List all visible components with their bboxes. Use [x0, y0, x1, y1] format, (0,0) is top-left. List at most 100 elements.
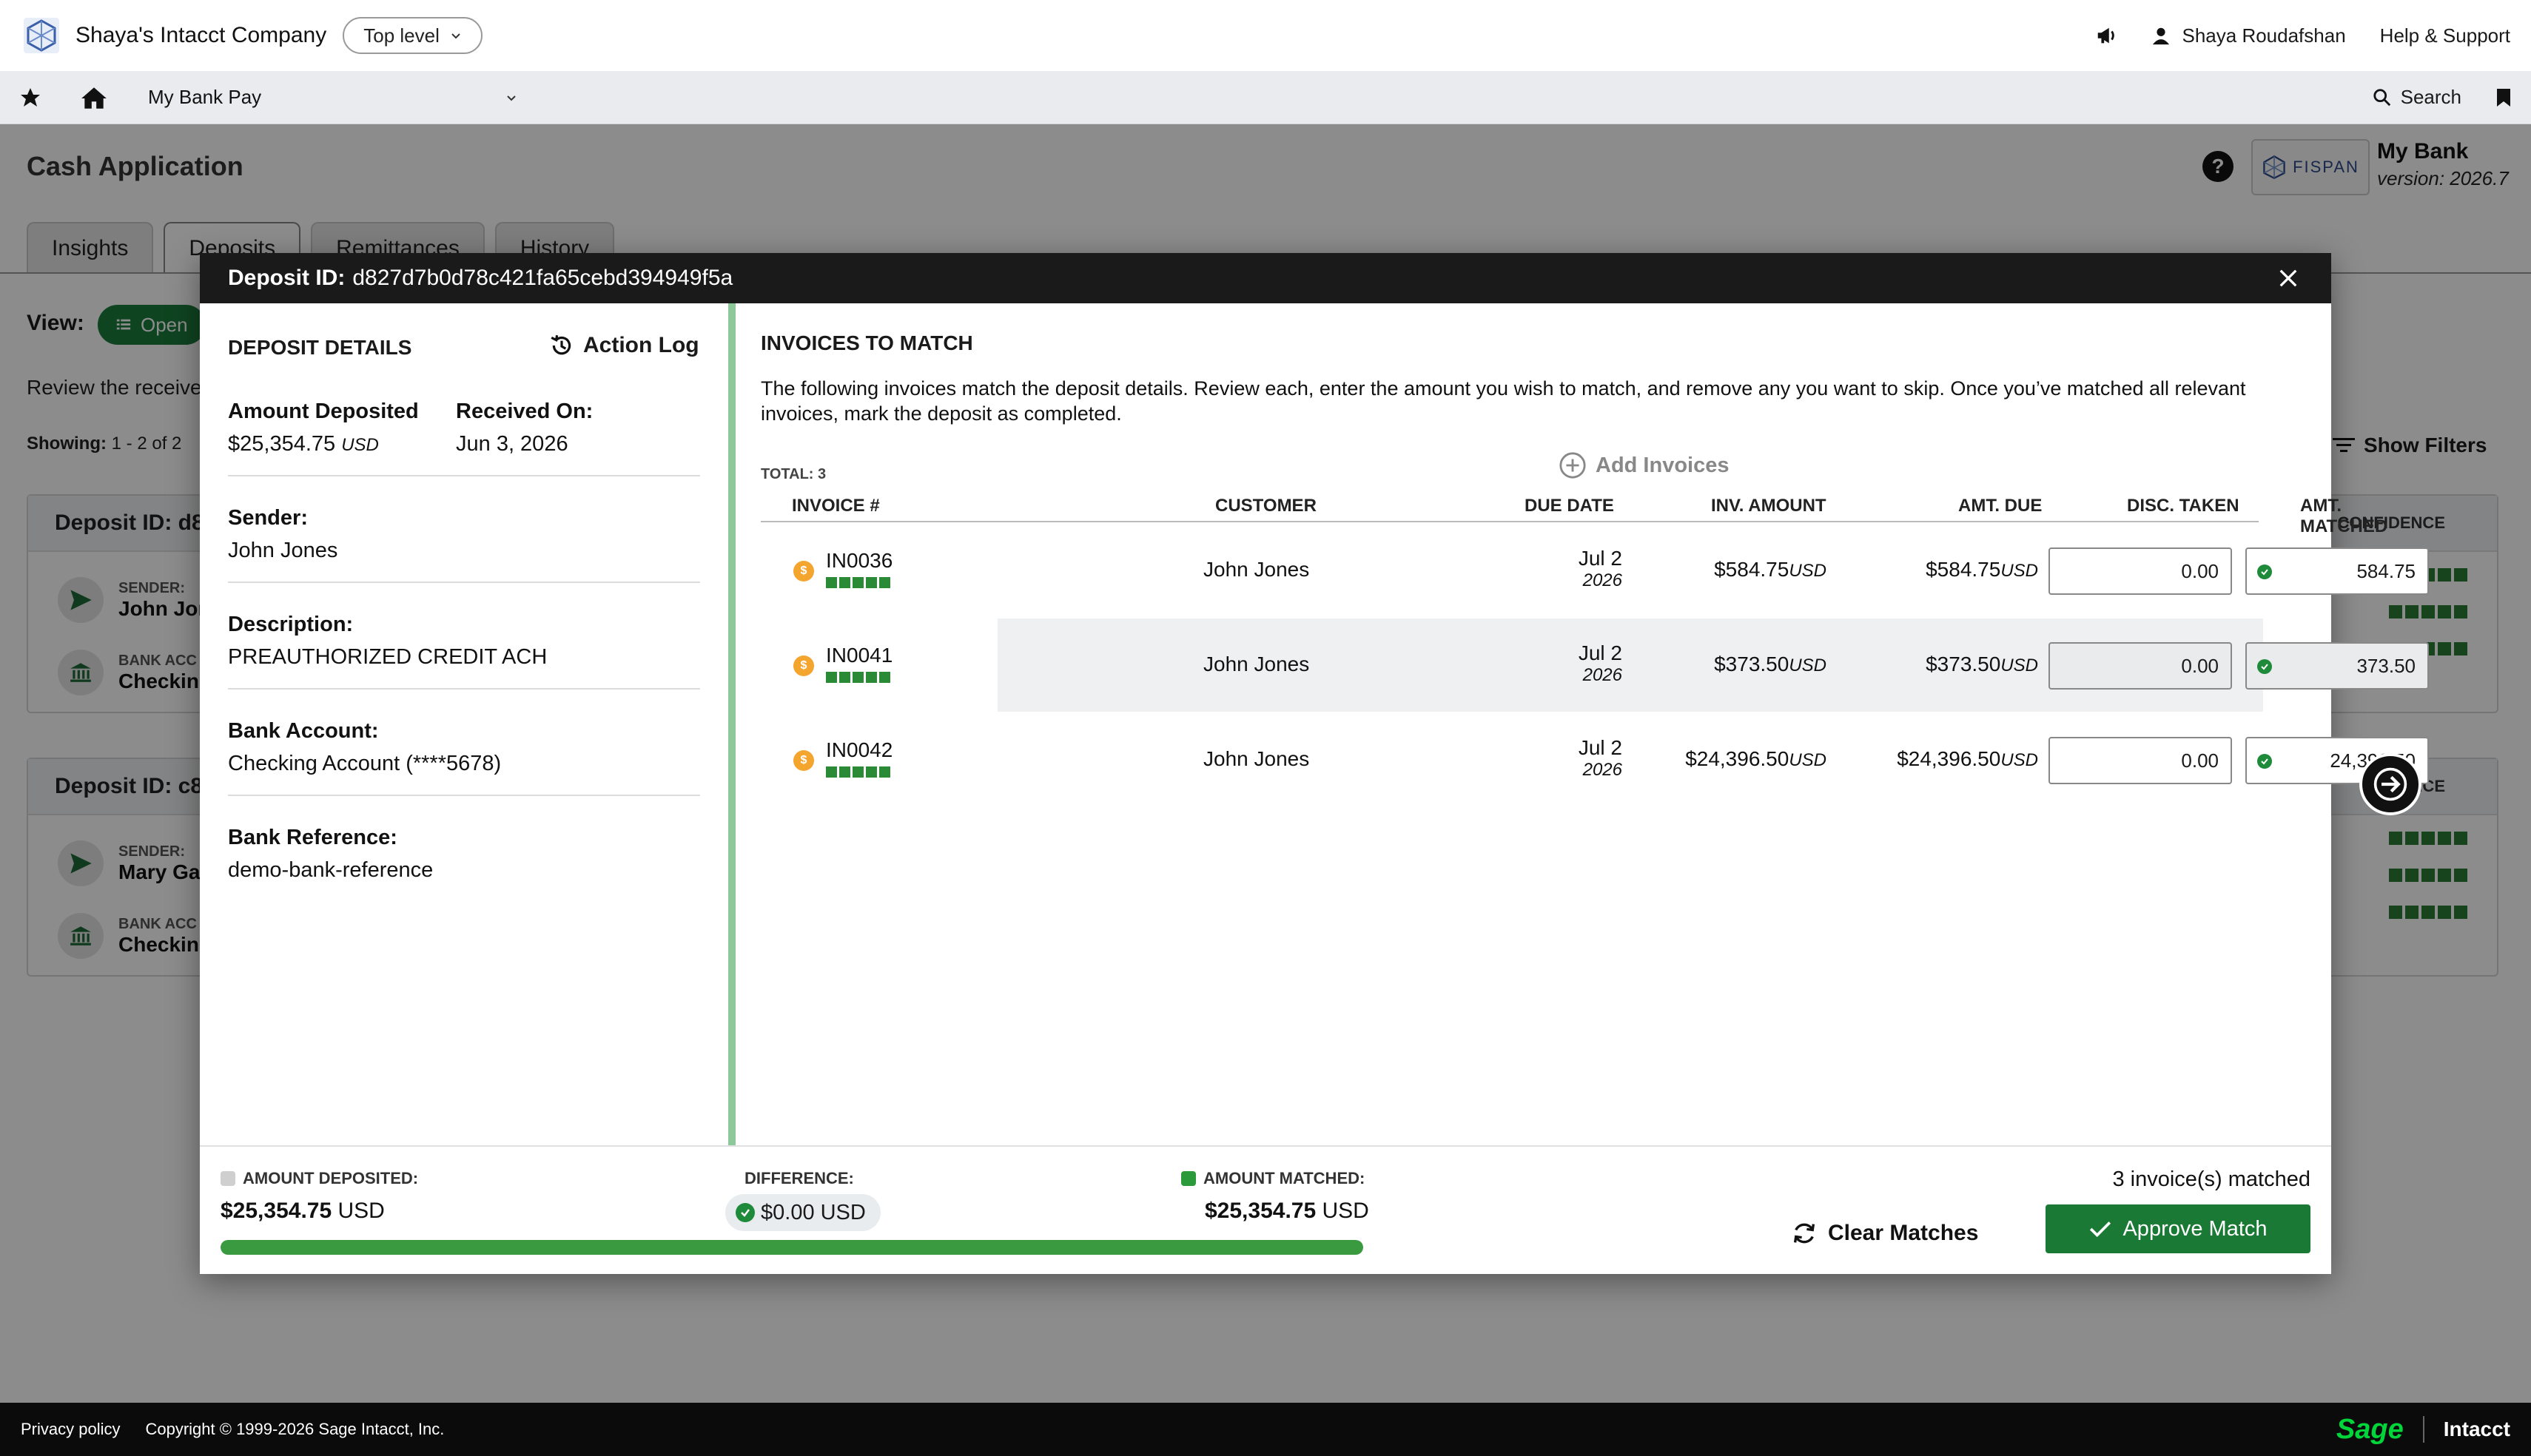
col-amt-matched[interactable]: AMT. MATCHED — [2300, 496, 2387, 537]
invoice-number[interactable]: IN0041 — [826, 644, 893, 683]
due-date: Jul 2 2026 — [1449, 737, 1622, 781]
due-date-year: 2026 — [1582, 570, 1622, 590]
user-icon — [2152, 27, 2169, 45]
amount-matched-summary-amount: $25,354.75 — [1205, 1199, 1317, 1223]
approve-match-button[interactable]: Approve Match — [2046, 1204, 2310, 1253]
col-invoice[interactable]: INVOICE # — [792, 496, 880, 516]
refresh-icon — [1793, 1223, 1815, 1244]
amount-deposited-summary-value: $25,354.75 USD — [221, 1199, 385, 1224]
coin-icon: $ — [793, 655, 814, 676]
bank-account-label: Bank Account: — [228, 719, 379, 743]
close-icon[interactable] — [2273, 263, 2303, 293]
bank-reference-label: Bank Reference: — [228, 826, 397, 849]
check-circle-icon — [736, 1203, 755, 1222]
action-log-button[interactable]: Action Log — [549, 333, 699, 358]
level-selector[interactable]: Top level — [343, 17, 483, 54]
check-circle-icon — [2257, 754, 2272, 769]
col-disc-taken[interactable]: DISC. TAKEN — [2127, 496, 2239, 516]
description-value: PREAUTHORIZED CREDIT ACH — [228, 645, 548, 669]
amount-deposited-summary-label-text: AMOUNT DEPOSITED: — [243, 1169, 419, 1187]
next-deposit-button[interactable] — [2359, 753, 2421, 815]
search-button[interactable]: Search — [2373, 86, 2461, 109]
discount-taken-input[interactable]: 0.00 — [2048, 547, 2232, 595]
invoice-amount-value: $373.50 — [1714, 653, 1789, 675]
panel-resize-handle[interactable] — [728, 303, 736, 1145]
modal-header: Deposit ID: d827d7b0d78c421fa65cebd39494… — [200, 253, 2331, 303]
amount-due-value: $373.50 — [1926, 653, 2001, 675]
table-row[interactable]: $ IN0041 John Jones Jul 2 2026 $373.50US… — [761, 619, 2429, 712]
amount-deposited-summary-currency: USD — [337, 1199, 385, 1223]
col-due-date[interactable]: DUE DATE — [1525, 496, 1614, 516]
amount-matched-summary-label: AMOUNT MATCHED: — [1181, 1169, 1365, 1188]
separator — [228, 475, 700, 476]
amount-deposited-amount: $25,354.75 — [228, 432, 336, 456]
table-row[interactable]: $ IN0036 John Jones Jul 2 2026 $584.75US… — [761, 524, 2429, 617]
customer-name: John Jones — [1203, 558, 1310, 581]
amount-due-value: $584.75 — [1926, 558, 2001, 581]
bookmark-icon[interactable] — [2495, 87, 2512, 108]
due-date-year: 2026 — [1582, 760, 1622, 780]
amount-matched-input[interactable]: 584.75 — [2245, 547, 2429, 595]
level-label: Top level — [363, 24, 440, 47]
amount-due-currency: USD — [2000, 561, 2038, 581]
invoices-panel: INVOICES TO MATCH The following invoices… — [736, 303, 2429, 1145]
deposit-details-panel: DEPOSIT DETAILS Action Log Amount Deposi… — [200, 303, 728, 1145]
col-inv-amount[interactable]: INV. AMOUNT — [1711, 496, 1826, 516]
due-date-day: Jul 2 — [1578, 641, 1622, 664]
invoice-number[interactable]: IN0036 — [826, 549, 893, 588]
add-invoices-button[interactable]: Add Invoices — [1559, 451, 1730, 479]
col-amt-due[interactable]: AMT. DUE — [1958, 496, 2042, 516]
discount-taken-input[interactable]: 0.00 — [2048, 737, 2232, 784]
match-progress-bar — [221, 1240, 1363, 1255]
intacct-logo: Intacct — [2443, 1418, 2510, 1440]
invoices-title: INVOICES TO MATCH — [761, 331, 973, 354]
chevron-down-icon[interactable] — [505, 92, 517, 104]
megaphone-icon[interactable] — [2095, 24, 2117, 47]
discount-taken-input[interactable]: 0.00 — [2048, 642, 2232, 690]
company-logo-icon[interactable] — [21, 15, 62, 56]
checkmark-icon — [2090, 1221, 2111, 1238]
coin-icon: $ — [793, 750, 814, 771]
amount-due-currency: USD — [2000, 655, 2038, 675]
user-menu[interactable]: Shaya Roudafshan — [2151, 24, 2346, 47]
invoice-amount-value: $24,396.50 — [1685, 747, 1789, 770]
plus-circle-icon — [1559, 452, 1586, 479]
due-date-day: Jul 2 — [1578, 547, 1622, 570]
sage-intacct-brand: Sage Intacct — [2336, 1414, 2510, 1446]
due-date: Jul 2 2026 — [1449, 642, 1622, 687]
amount-matched-input[interactable]: 373.50 — [2245, 642, 2429, 690]
invoice-number[interactable]: IN0042 — [826, 738, 893, 778]
clear-matches-button[interactable]: Clear Matches — [1791, 1209, 1978, 1258]
check-circle-icon — [2257, 659, 2272, 674]
sage-logo: Sage — [2336, 1413, 2404, 1445]
received-on-value: Jun 3, 2026 — [456, 432, 568, 456]
invoice-number-text: IN0042 — [826, 738, 893, 761]
customer-name: John Jones — [1203, 747, 1310, 770]
bank-reference-value: demo-bank-reference — [228, 858, 434, 882]
col-customer[interactable]: CUSTOMER — [1215, 496, 1317, 516]
check-circle-icon — [2257, 564, 2272, 579]
invoices-matched-count: 3 invoice(s) matched — [2112, 1167, 2310, 1191]
deposit-match-modal: Deposit ID: d827d7b0d78c421fa65cebd39494… — [200, 253, 2429, 1274]
copyright: Copyright © 1999-2026 Sage Intacct, Inc. — [145, 1420, 445, 1438]
amount-deposited-summary-label: AMOUNT DEPOSITED: — [221, 1169, 418, 1188]
company-name[interactable]: Shaya's Intacct Company — [75, 23, 326, 48]
invoices-description: The following invoices match the deposit… — [761, 377, 2246, 425]
table-row[interactable]: $ IN0042 John Jones Jul 2 2026 $24,396.5… — [761, 713, 2429, 806]
action-log-label: Action Log — [583, 333, 699, 357]
app-selector[interactable]: My Bank Pay — [148, 86, 261, 109]
separator — [228, 582, 700, 583]
privacy-policy-link[interactable]: Privacy policy — [21, 1420, 120, 1439]
invoice-number-text: IN0036 — [826, 549, 893, 572]
match-progress-fill — [221, 1240, 1363, 1255]
home-icon[interactable] — [80, 85, 108, 110]
star-icon[interactable] — [19, 87, 41, 109]
history-icon — [551, 334, 571, 355]
search-label: Search — [2400, 86, 2461, 108]
help-support-link[interactable]: Help & Support — [2380, 24, 2510, 47]
due-date-year: 2026 — [1582, 665, 1622, 685]
amount-due: $24,396.50USD — [1849, 747, 2038, 771]
amount-matched-summary-value: $25,354.75 USD — [1205, 1199, 1369, 1224]
modal-id-label: Deposit ID: — [228, 266, 346, 290]
footer: Privacy policy Copyright © 1999-2026 Sag… — [0, 1403, 2531, 1456]
